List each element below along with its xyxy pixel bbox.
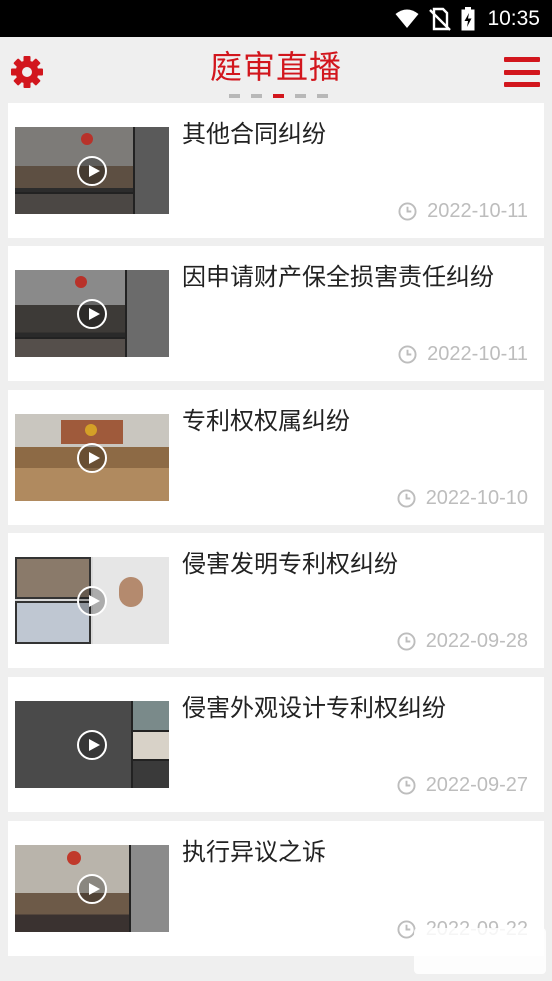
list-item[interactable]: 专利权权属纠纷 2022-10-10	[8, 390, 544, 525]
status-bar: 10:35	[0, 0, 552, 37]
clock-icon	[398, 344, 417, 364]
battery-charging-icon	[461, 6, 475, 30]
page-dot[interactable]	[317, 94, 328, 98]
case-date-text: 2022-10-11	[427, 343, 528, 365]
list-item[interactable]: 其他合同纠纷 2022-10-11	[8, 103, 544, 238]
case-date-text: 2022-10-10	[425, 487, 528, 509]
list-item[interactable]: 侵害外观设计专利权纠纷 2022-09-27	[8, 677, 544, 812]
wifi-icon	[395, 9, 419, 28]
case-date: 2022-10-11	[398, 199, 528, 223]
clock-icon	[398, 201, 417, 221]
case-date: 2022-10-11	[398, 342, 528, 366]
list-item[interactable]: 侵害发明专利权纠纷 2022-09-28	[8, 533, 544, 668]
status-icons: 10:35	[395, 5, 540, 32]
clock-icon	[397, 488, 416, 508]
video-thumbnail[interactable]	[15, 557, 169, 644]
list-item[interactable]: 因申请财产保全损害责任纠纷 2022-10-11	[8, 246, 544, 381]
case-title: 侵害外观设计专利权纠纷	[182, 694, 446, 722]
app-header: 庭审直播	[0, 37, 552, 103]
case-date: 2022-09-27	[397, 773, 528, 797]
watermark-overlay	[414, 928, 546, 974]
play-icon	[77, 443, 107, 473]
case-title: 其他合同纠纷	[182, 120, 326, 148]
case-title: 因申请财产保全损害责任纠纷	[182, 263, 494, 291]
video-thumbnail[interactable]	[15, 127, 169, 214]
hamburger-menu-icon	[504, 57, 540, 62]
play-icon	[77, 156, 107, 186]
play-icon	[77, 586, 107, 616]
video-thumbnail[interactable]	[15, 701, 169, 788]
case-date: 2022-10-10	[397, 486, 528, 510]
menu-button[interactable]	[504, 55, 540, 89]
page-dot[interactable]	[251, 94, 262, 98]
video-thumbnail[interactable]	[15, 270, 169, 357]
play-icon	[77, 874, 107, 904]
case-title: 专利权权属纠纷	[182, 407, 350, 435]
clock-icon	[397, 775, 416, 795]
page-title: 庭审直播	[209, 48, 342, 86]
hamburger-menu-icon-bar	[504, 69, 540, 75]
clock-icon	[397, 919, 416, 939]
case-date-text: 2022-10-11	[427, 200, 528, 222]
case-title: 执行异议之诉	[182, 838, 326, 866]
play-icon	[77, 299, 107, 329]
video-thumbnail[interactable]	[15, 414, 169, 501]
no-sim-icon	[429, 7, 452, 31]
page-dot[interactable]	[229, 94, 240, 98]
clock-icon	[397, 631, 416, 651]
status-time: 10:35	[487, 7, 540, 30]
page-dot-active[interactable]	[273, 94, 284, 98]
case-title: 侵害发明专利权纠纷	[182, 550, 398, 578]
case-date: 2022-09-28	[397, 629, 528, 653]
case-date-text: 2022-09-27	[425, 774, 528, 796]
play-icon	[77, 730, 107, 760]
video-thumbnail[interactable]	[15, 845, 169, 932]
case-date-text: 2022-09-28	[425, 630, 528, 652]
page-indicator	[229, 94, 328, 98]
hamburger-menu-icon-bar	[504, 82, 540, 87]
page-dot[interactable]	[295, 94, 306, 98]
